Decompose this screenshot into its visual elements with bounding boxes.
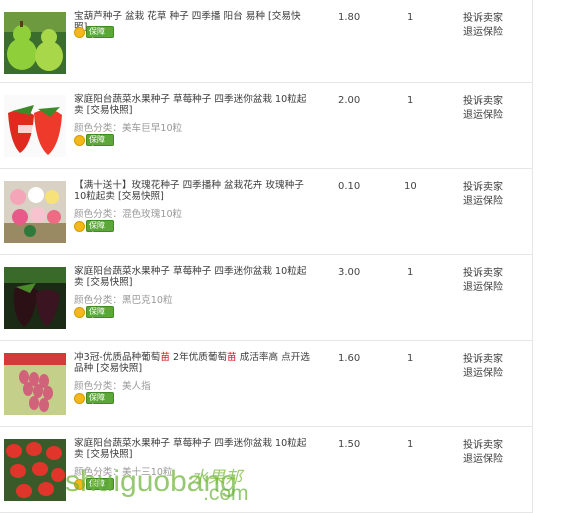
unit-price: 1.80	[338, 12, 361, 23]
quantity: 1	[407, 439, 414, 450]
guarantee-card-badge[interactable]: 保障卡	[74, 134, 114, 154]
watermark-domain: .com	[203, 482, 249, 505]
quantity: 1	[407, 95, 414, 106]
quantity: 1	[407, 267, 414, 278]
order-row: 宝葫芦种子 盆栽 花草 种子 四季播 阳台 易种 [交易快照]保障卡1.801投…	[0, 0, 533, 83]
complain-seller-link[interactable]: 投诉卖家	[463, 12, 503, 26]
unit-price: 1.60	[338, 353, 361, 364]
sku-attribute: 颜色分类：美人指	[74, 381, 151, 392]
coin-icon	[74, 392, 85, 404]
strawberry-image[interactable]	[4, 95, 66, 157]
order-row: 冲3冠-优质品种葡萄苗 2年优质葡萄苗 成活率高 点开选品种 [交易快照] 颜色分…	[0, 341, 533, 427]
quantity: 1	[407, 12, 414, 23]
watermark: shuiguobang 水果邦 .com	[65, 465, 249, 505]
title-highlight: 苗	[227, 352, 237, 363]
sku-attribute: 颜色分类：黑巴克10粒	[74, 295, 173, 306]
order-row: 【满十送十】玫瑰花种子 四季播种 盆栽花卉 玫瑰种子 10粒起卖 [交易快照] 颜…	[0, 169, 533, 255]
coin-icon	[74, 220, 85, 232]
title-text: 【满十送十】玫瑰花种子 四季播种 盆栽花卉 玫瑰种子 10粒起卖 [交易快照]	[74, 180, 304, 202]
return-shipping-insurance-link[interactable]: 退运保险	[463, 281, 503, 295]
product-title-link[interactable]: 家庭阳台蔬菜水果种子 草莓种子 四季迷你盆栽 10粒起卖 [交易快照]	[74, 94, 310, 116]
order-actions: 投诉卖家 退运保险	[463, 181, 503, 209]
order-actions: 投诉卖家 退运保险	[463, 353, 503, 381]
guarantee-card-label: 保障卡	[86, 26, 114, 46]
column-divider	[532, 0, 533, 513]
title-text: 家庭阳台蔬菜水果种子 草莓种子 四季迷你盆栽 10粒起卖 [交易快照]	[74, 94, 307, 116]
return-shipping-insurance-link[interactable]: 退运保险	[463, 367, 503, 381]
unit-price: 0.10	[338, 181, 361, 192]
gourd-image[interactable]	[4, 12, 66, 74]
quantity: 10	[404, 181, 417, 192]
order-actions: 投诉卖家 退运保险	[463, 439, 503, 467]
sku-attribute: 颜色分类：美车巨早10粒	[74, 123, 183, 134]
guarantee-card-badge[interactable]: 保障卡	[74, 26, 114, 46]
guarantee-card-label: 保障卡	[86, 220, 114, 240]
complain-seller-link[interactable]: 投诉卖家	[463, 95, 503, 109]
coin-icon	[74, 26, 85, 38]
product-title-link[interactable]: 冲3冠-优质品种葡萄苗 2年优质葡萄苗 成活率高 点开选品种 [交易快照]	[74, 352, 310, 374]
coin-icon	[74, 134, 85, 146]
guarantee-card-label: 保障卡	[86, 306, 114, 326]
title-text: 家庭阳台蔬菜水果种子 草莓种子 四季迷你盆栽 10粒起卖 [交易快照]	[74, 266, 307, 288]
return-shipping-insurance-link[interactable]: 退运保险	[463, 453, 503, 467]
order-row: 家庭阳台蔬菜水果种子 草莓种子 四季迷你盆栽 10粒起卖 [交易快照] 颜色分类：…	[0, 83, 533, 169]
product-title-link[interactable]: 家庭阳台蔬菜水果种子 草莓种子 四季迷你盆栽 10粒起卖 [交易快照]	[74, 438, 310, 460]
title-text: 家庭阳台蔬菜水果种子 草莓种子 四季迷你盆栽 10粒起卖 [交易快照]	[74, 438, 307, 460]
order-list: 宝葫芦种子 盆栽 花草 种子 四季播 阳台 易种 [交易快照]保障卡1.801投…	[0, 0, 533, 513]
sku-attribute: 颜色分类：混色玫瑰10粒	[74, 209, 183, 220]
unit-price: 3.00	[338, 267, 361, 278]
rose-image[interactable]	[4, 181, 66, 243]
title-text: 2年优质葡萄	[169, 352, 228, 363]
guarantee-card-badge[interactable]: 保障卡	[74, 306, 114, 326]
complain-seller-link[interactable]: 投诉卖家	[463, 267, 503, 281]
return-shipping-insurance-link[interactable]: 退运保险	[463, 195, 503, 209]
guarantee-card-label: 保障卡	[86, 392, 114, 412]
order-row: 家庭阳台蔬菜水果种子 草莓种子 四季迷你盆栽 10粒起卖 [交易快照] 颜色分类：…	[0, 255, 533, 341]
coin-icon	[74, 306, 85, 318]
product-title-link[interactable]: 【满十送十】玫瑰花种子 四季播种 盆栽花卉 玫瑰种子 10粒起卖 [交易快照]	[74, 180, 310, 202]
guarantee-card-badge[interactable]: 保障卡	[74, 392, 114, 412]
title-highlight: 苗	[160, 352, 170, 363]
black-strawberry-image[interactable]	[4, 267, 66, 329]
unit-price: 2.00	[338, 95, 361, 106]
return-shipping-insurance-link[interactable]: 退运保险	[463, 109, 503, 123]
guarantee-card-label: 保障卡	[86, 134, 114, 154]
complain-seller-link[interactable]: 投诉卖家	[463, 439, 503, 453]
product-title-link[interactable]: 家庭阳台蔬菜水果种子 草莓种子 四季迷你盆栽 10粒起卖 [交易快照]	[74, 266, 310, 288]
unit-price: 1.50	[338, 439, 361, 450]
title-text: 冲3冠-优质品种葡萄	[74, 352, 161, 363]
order-actions: 投诉卖家 退运保险	[463, 95, 503, 123]
complain-seller-link[interactable]: 投诉卖家	[463, 353, 503, 367]
order-actions: 投诉卖家 退运保险	[463, 12, 503, 40]
return-shipping-insurance-link[interactable]: 退运保险	[463, 26, 503, 40]
quantity: 1	[407, 353, 414, 364]
guarantee-card-badge[interactable]: 保障卡	[74, 220, 114, 240]
order-actions: 投诉卖家 退运保险	[463, 267, 503, 295]
complain-seller-link[interactable]: 投诉卖家	[463, 181, 503, 195]
grape-image[interactable]	[4, 353, 66, 415]
strawberry-bed-image[interactable]	[4, 439, 66, 501]
